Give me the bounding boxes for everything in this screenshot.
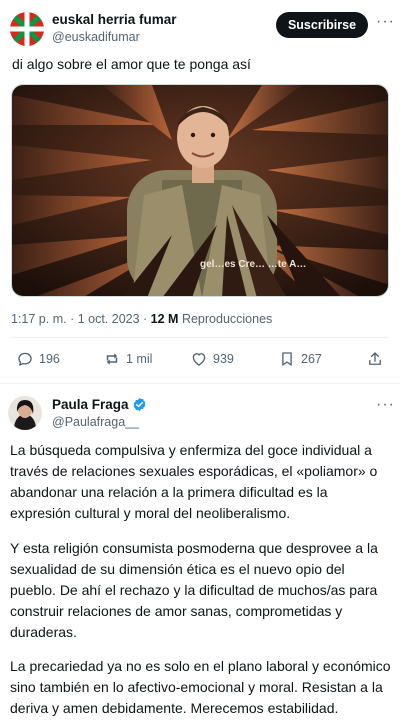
retweet-button[interactable]: 1 mil — [103, 350, 152, 368]
divider — [11, 337, 389, 338]
meta-separator: · — [139, 312, 151, 326]
reply-count: 196 — [39, 352, 60, 366]
display-name[interactable]: euskal herria fumar — [52, 12, 177, 27]
user-handle[interactable]: @Paulafraga__ — [52, 415, 139, 429]
more-options-icon[interactable]: ··· — [376, 13, 395, 31]
media-caption: gel…es Cre… …te A… — [200, 259, 306, 270]
bookmark-count: 267 — [301, 352, 322, 366]
bookmark-button[interactable]: 267 — [278, 350, 322, 368]
views-count: 12 M — [150, 312, 179, 326]
tweet-time[interactable]: 1:17 p. m. — [11, 312, 67, 326]
bookmark-icon — [282, 352, 292, 366]
reply-button[interactable]: 196 — [16, 350, 60, 368]
tweet-separator — [0, 383, 400, 384]
tweet-media-image[interactable]: gel…es Cre… …te A… — [11, 84, 389, 297]
like-count: 939 — [213, 352, 234, 366]
tweet-card: euskal herria fumar @euskadifumar Suscri… — [0, 0, 400, 384]
meta-separator: · — [66, 312, 78, 326]
tweet-text: di algo sobre el amor que te ponga así — [12, 56, 251, 72]
profile-photo-icon — [8, 396, 42, 430]
tweet-date[interactable]: 1 oct. 2023 — [78, 312, 140, 326]
tweet-meta: 1:17 p. m. · 1 oct. 2023 · 12 M Reproduc… — [11, 312, 272, 326]
share-icon — [369, 352, 381, 365]
ikurrina-flag-icon — [10, 12, 44, 46]
avatar-ikurrina-flag[interactable] — [10, 12, 44, 46]
views-label: Reproducciones — [181, 312, 273, 326]
tweet-paragraph: Y esta religión consumista posmoderna qu… — [10, 540, 378, 640]
verified-badge-icon — [133, 397, 145, 412]
user-handle[interactable]: @euskadifumar — [52, 30, 140, 44]
spikes-meme-image: gel…es Cre… …te A… — [12, 85, 388, 296]
retweet-count: 1 mil — [126, 352, 153, 366]
display-name[interactable]: Paula Fraga — [52, 397, 129, 412]
heart-icon — [192, 353, 206, 366]
more-options-icon[interactable]: ··· — [376, 396, 395, 414]
avatar[interactable] — [8, 396, 42, 430]
display-name-row[interactable]: Paula Fraga — [52, 397, 147, 412]
reply-icon — [18, 352, 32, 366]
subscribe-button[interactable]: Suscribirse — [276, 12, 368, 38]
share-button[interactable] — [366, 350, 389, 368]
like-button[interactable]: 939 — [190, 350, 234, 368]
tweet-paragraph: La búsqueda compulsiva y enfermiza del g… — [10, 442, 378, 521]
retweet-icon — [106, 353, 118, 365]
tweet-paragraph: La precariedad ya no es solo en el plano… — [10, 658, 391, 716]
